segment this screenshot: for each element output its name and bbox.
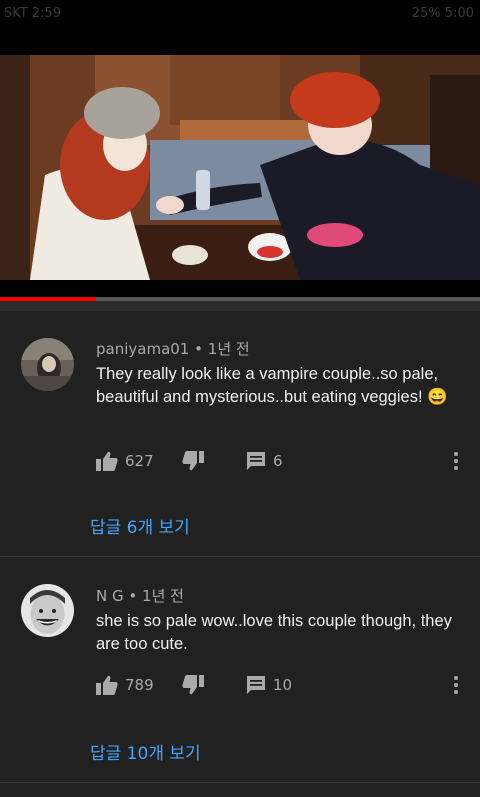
comment-age: 1년 전 (142, 587, 184, 605)
more-vertical-icon[interactable] (448, 673, 464, 697)
status-right: 25% 5:00 (411, 6, 474, 21)
reply-count: 6 (273, 452, 283, 470)
like-count: 627 (125, 452, 154, 470)
comment-age: 1년 전 (207, 340, 250, 358)
video-player[interactable] (0, 55, 480, 280)
reply-comment-icon (246, 675, 266, 695)
comment-text: she is so pale wow..love this couple tho… (96, 612, 452, 653)
comment-item: paniyama01 • 1년 전 They really look like … (0, 311, 480, 556)
reply-button[interactable]: 10 (246, 673, 292, 697)
reply-comment-icon (246, 451, 266, 471)
meta-separator: • (194, 340, 203, 358)
like-button[interactable]: 789 (96, 673, 154, 697)
comment-meta: paniyama01 • 1년 전 (96, 338, 250, 359)
reply-count: 10 (273, 676, 293, 694)
video-letterbox (0, 280, 480, 297)
avatar[interactable] (21, 584, 74, 637)
comment-actions: 627 6 (96, 449, 466, 473)
avatar[interactable] (21, 338, 74, 391)
status-bar: SKT 2:59 25% 5:00 (0, 0, 480, 55)
more-vertical-icon[interactable] (448, 449, 464, 473)
reply-button[interactable]: 6 (246, 449, 283, 473)
thumbs-down-icon (182, 451, 204, 471)
dislike-button[interactable] (182, 673, 204, 697)
thumbs-down-icon (182, 675, 204, 695)
thumbs-up-icon (96, 451, 118, 471)
like-count: 789 (125, 676, 154, 694)
view-replies-link[interactable]: 답글 6개 보기 (90, 513, 190, 538)
comment-author[interactable]: paniyama01 (96, 340, 189, 358)
comment-item: N G • 1년 전 she is so pale wow..love this… (0, 557, 480, 787)
comment-meta: N G • 1년 전 (96, 585, 184, 606)
view-replies-link[interactable]: 답글 10개 보기 (90, 739, 201, 764)
comment-text: They really look like a vampire couple..… (96, 365, 448, 406)
like-button[interactable]: 627 (96, 449, 154, 473)
comment-author[interactable]: N G (96, 587, 124, 605)
meta-separator: • (128, 587, 138, 605)
status-left: SKT 2:59 (4, 6, 62, 21)
dislike-button[interactable] (182, 449, 204, 473)
video-frame-image (0, 55, 480, 280)
comment-actions: 789 10 (96, 673, 466, 697)
comment-divider (0, 782, 480, 783)
thumbs-up-icon (96, 675, 118, 695)
video-spacer (0, 301, 480, 311)
